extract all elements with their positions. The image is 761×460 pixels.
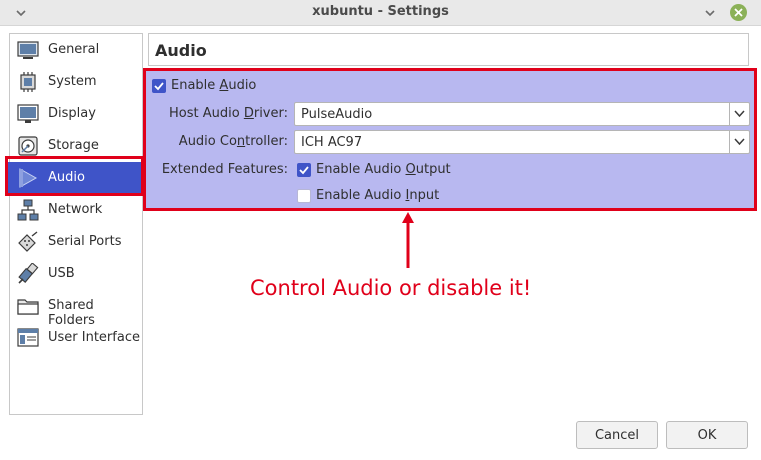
audio-controller-value: ICH AC97	[301, 135, 363, 150]
sidebar-item-user-interface[interactable]: User Interface	[10, 322, 142, 354]
sidebar-item-label: Serial Ports	[48, 234, 122, 249]
chevron-down-icon	[734, 138, 745, 146]
general-icon	[17, 41, 39, 59]
enable-audio-input-checkbox[interactable]	[297, 189, 311, 203]
dropdown-arrow[interactable]	[729, 131, 749, 153]
display-icon	[17, 104, 39, 123]
audio-settings-panel: Enable Audio Host Audio Driver: PulseAud…	[143, 68, 757, 211]
host-audio-driver-label: Host Audio Driver:	[169, 106, 288, 121]
ok-button[interactable]: OK	[666, 421, 748, 449]
close-button[interactable]	[730, 4, 747, 21]
settings-sidebar: General System Display Storage Audio Net…	[7, 33, 145, 415]
serial-ports-icon	[18, 231, 38, 252]
sidebar-item-shared-folders[interactable]: Shared Folders	[10, 290, 142, 328]
annotation-arrow-icon	[402, 212, 414, 268]
usb-icon	[18, 263, 39, 284]
page-title: Audio	[155, 41, 207, 60]
host-audio-driver-value: PulseAudio	[301, 107, 373, 122]
sidebar-item-label: System	[48, 74, 97, 89]
host-audio-driver-select[interactable]: PulseAudio	[294, 102, 750, 126]
title-bar: xubuntu - Settings	[0, 0, 761, 26]
enable-audio-checkbox[interactable]	[152, 79, 166, 93]
enable-audio-output-checkbox[interactable]	[297, 163, 311, 177]
window-title: xubuntu - Settings	[312, 4, 449, 19]
sidebar-item-usb[interactable]: USB	[10, 258, 142, 290]
selected-item-highlight-frame	[5, 156, 144, 196]
storage-icon	[18, 136, 38, 156]
sidebar-item-label: Display	[48, 106, 96, 121]
sidebar-item-label: General	[48, 42, 100, 57]
enable-audio-input-label[interactable]: Enable Audio Input	[316, 188, 439, 203]
sidebar-item-label: User Interface	[48, 330, 140, 345]
minimize-chevron-icon[interactable]	[703, 6, 717, 20]
user-interface-icon	[17, 328, 39, 347]
cancel-button[interactable]: Cancel	[576, 421, 658, 449]
sidebar-item-general[interactable]: General	[10, 34, 142, 66]
close-icon	[734, 8, 743, 17]
enable-audio-label[interactable]: Enable Audio	[171, 78, 256, 93]
dropdown-arrow[interactable]	[729, 103, 749, 125]
system-icon	[20, 72, 36, 92]
shared-folders-icon	[17, 299, 39, 315]
sidebar-item-label: Storage	[48, 138, 99, 153]
sidebar-item-label: USB	[48, 266, 75, 281]
audio-controller-select[interactable]: ICH AC97	[294, 130, 750, 154]
sidebar-item-label: Network	[48, 202, 103, 217]
checkmark-icon	[299, 166, 309, 175]
sidebar-item-system[interactable]: System	[10, 66, 142, 98]
page-header: Audio	[148, 33, 749, 66]
annotation-text: Control Audio or disable it!	[250, 276, 532, 300]
sidebar-item-display[interactable]: Display	[10, 98, 142, 130]
checkmark-icon	[154, 82, 164, 91]
sidebar-item-serial-ports[interactable]: Serial Ports	[10, 226, 142, 258]
audio-controller-label: Audio Controller:	[178, 134, 288, 149]
extended-features-label: Extended Features:	[161, 162, 288, 177]
enable-audio-output-label[interactable]: Enable Audio Output	[316, 162, 451, 177]
sidebar-item-network[interactable]: Network	[10, 194, 142, 226]
network-icon	[17, 199, 39, 221]
chevron-down-icon	[734, 110, 745, 118]
